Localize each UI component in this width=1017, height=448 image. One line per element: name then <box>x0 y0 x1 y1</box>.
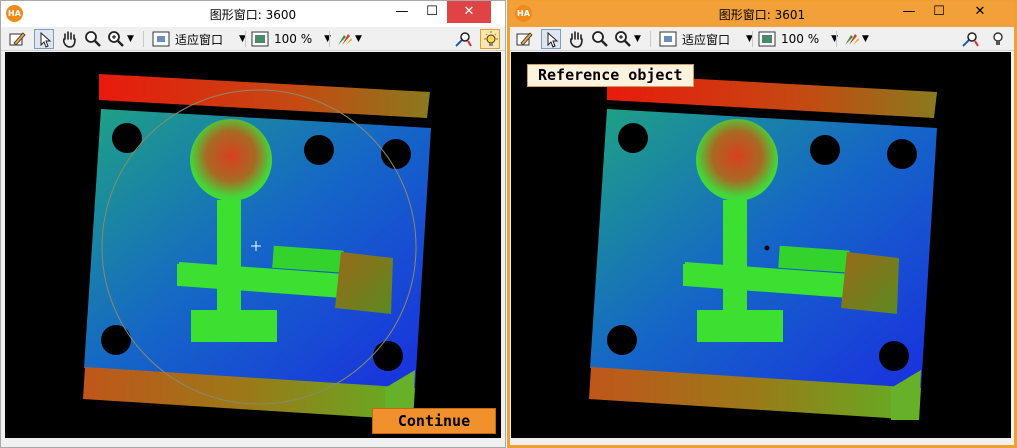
edit-icon[interactable] <box>514 29 534 49</box>
edit-icon[interactable] <box>7 29 27 49</box>
image-display-area[interactable]: Continue <box>5 52 501 438</box>
toolbar: ▼ 适应窗口 ▼ 100 % ▼ ▼ <box>510 27 1014 51</box>
pointer-icon[interactable] <box>34 29 54 49</box>
toolbar-separator <box>836 31 837 47</box>
reference-object-label: Reference object <box>527 64 694 87</box>
toolbar-separator <box>752 31 753 47</box>
title-bar[interactable]: HA 图形窗口: 3600 — ☐ ✕ <box>1 1 505 27</box>
part-block <box>335 252 393 314</box>
continue-button[interactable]: Continue <box>372 408 496 434</box>
hole <box>879 341 909 371</box>
hole <box>618 123 648 153</box>
toolbar-separator <box>245 31 246 47</box>
inspect-icon[interactable] <box>453 29 473 49</box>
zoom-level-icon <box>757 29 777 49</box>
chevron-down-icon[interactable]: ▼ <box>831 34 838 44</box>
part-disc <box>190 119 272 201</box>
light-icon[interactable] <box>988 29 1008 49</box>
inspect-icon[interactable] <box>960 29 980 49</box>
zoom-plus-icon[interactable] <box>613 29 633 49</box>
hole <box>607 325 637 355</box>
color-palette-icon[interactable] <box>841 29 861 49</box>
depth-image <box>511 52 1011 438</box>
chevron-down-icon[interactable]: ▼ <box>127 34 134 44</box>
maximize-button[interactable]: ☐ <box>924 1 954 23</box>
part-disc <box>696 119 778 201</box>
fit-window-icon[interactable] <box>658 29 678 49</box>
toolbar: ▼ 适应窗口 ▼ 100 % ▼ ▼ <box>1 27 505 51</box>
hole <box>887 139 917 169</box>
close-button[interactable]: ✕ <box>447 1 491 23</box>
toolbar-separator <box>650 31 651 47</box>
part-block <box>841 252 899 314</box>
minimize-button[interactable]: — <box>387 1 417 23</box>
hand-icon[interactable] <box>59 29 79 49</box>
image-display-area[interactable]: Reference object <box>511 52 1011 438</box>
chevron-down-icon[interactable]: ▼ <box>324 34 331 44</box>
reference-point <box>764 245 770 251</box>
graphics-window-3600: HA 图形窗口: 3600 — ☐ ✕ ▼ 适应窗口 ▼ 100 % ▼ ▼ C… <box>0 0 506 448</box>
graphics-window-3601: HA 图形窗口: 3601 — ☐ ✕ ▼ 适应窗口 ▼ 100 % ▼ ▼ R… <box>507 0 1017 448</box>
title-bar[interactable]: HA 图形窗口: 3601 — ☐ ✕ <box>510 1 1014 27</box>
fit-window-dropdown[interactable]: 适应窗口 <box>682 31 730 48</box>
zoom-level-select[interactable]: 100 % <box>781 32 819 46</box>
maximize-button[interactable]: ☐ <box>417 1 447 23</box>
part-stem <box>723 200 747 318</box>
zoom-level-icon <box>250 29 270 49</box>
toolbar-separator <box>143 31 144 47</box>
part-foot <box>191 310 277 342</box>
toolbar-separator <box>329 31 330 47</box>
fit-window-dropdown[interactable]: 适应窗口 <box>175 31 223 48</box>
minimize-button[interactable]: — <box>894 1 924 23</box>
fit-window-icon[interactable] <box>151 29 171 49</box>
hole <box>101 325 131 355</box>
zoom-icon[interactable] <box>83 29 103 49</box>
hole <box>304 135 334 165</box>
color-palette-icon[interactable] <box>334 29 354 49</box>
depth-image <box>5 52 501 438</box>
hand-icon[interactable] <box>566 29 586 49</box>
hole <box>373 341 403 371</box>
close-button[interactable]: ✕ <box>958 1 1002 23</box>
zoom-level-select[interactable]: 100 % <box>274 32 312 46</box>
part-stem <box>217 200 241 318</box>
zoom-icon[interactable] <box>590 29 610 49</box>
chevron-down-icon[interactable]: ▼ <box>355 34 362 44</box>
hole <box>810 135 840 165</box>
chevron-down-icon[interactable]: ▼ <box>862 34 869 44</box>
pointer-icon[interactable] <box>541 29 561 49</box>
hole <box>112 123 142 153</box>
part-foot <box>697 310 783 342</box>
chevron-down-icon[interactable]: ▼ <box>634 34 641 44</box>
zoom-plus-icon[interactable] <box>106 29 126 49</box>
light-icon[interactable] <box>480 29 500 49</box>
